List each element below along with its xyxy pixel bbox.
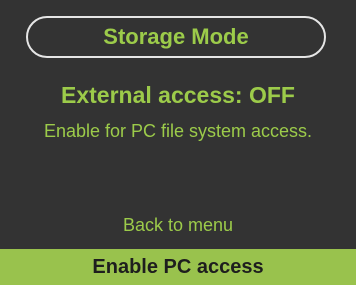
enable-pc-access-button[interactable]: Enable PC access (0, 249, 356, 285)
description-text: Enable for PC file system access. (43, 121, 313, 141)
storage-mode-screen: Storage Mode External access: OFF Enable… (0, 0, 356, 285)
back-to-menu-button[interactable]: Back to menu (0, 210, 356, 240)
back-to-menu-label: Back to menu (122, 214, 234, 235)
screen-title-label: Storage Mode (103, 24, 249, 49)
external-access-status: External access: OFF (61, 82, 295, 108)
screen-title: Storage Mode (26, 16, 326, 58)
enable-pc-access-label: Enable PC access (92, 255, 264, 278)
